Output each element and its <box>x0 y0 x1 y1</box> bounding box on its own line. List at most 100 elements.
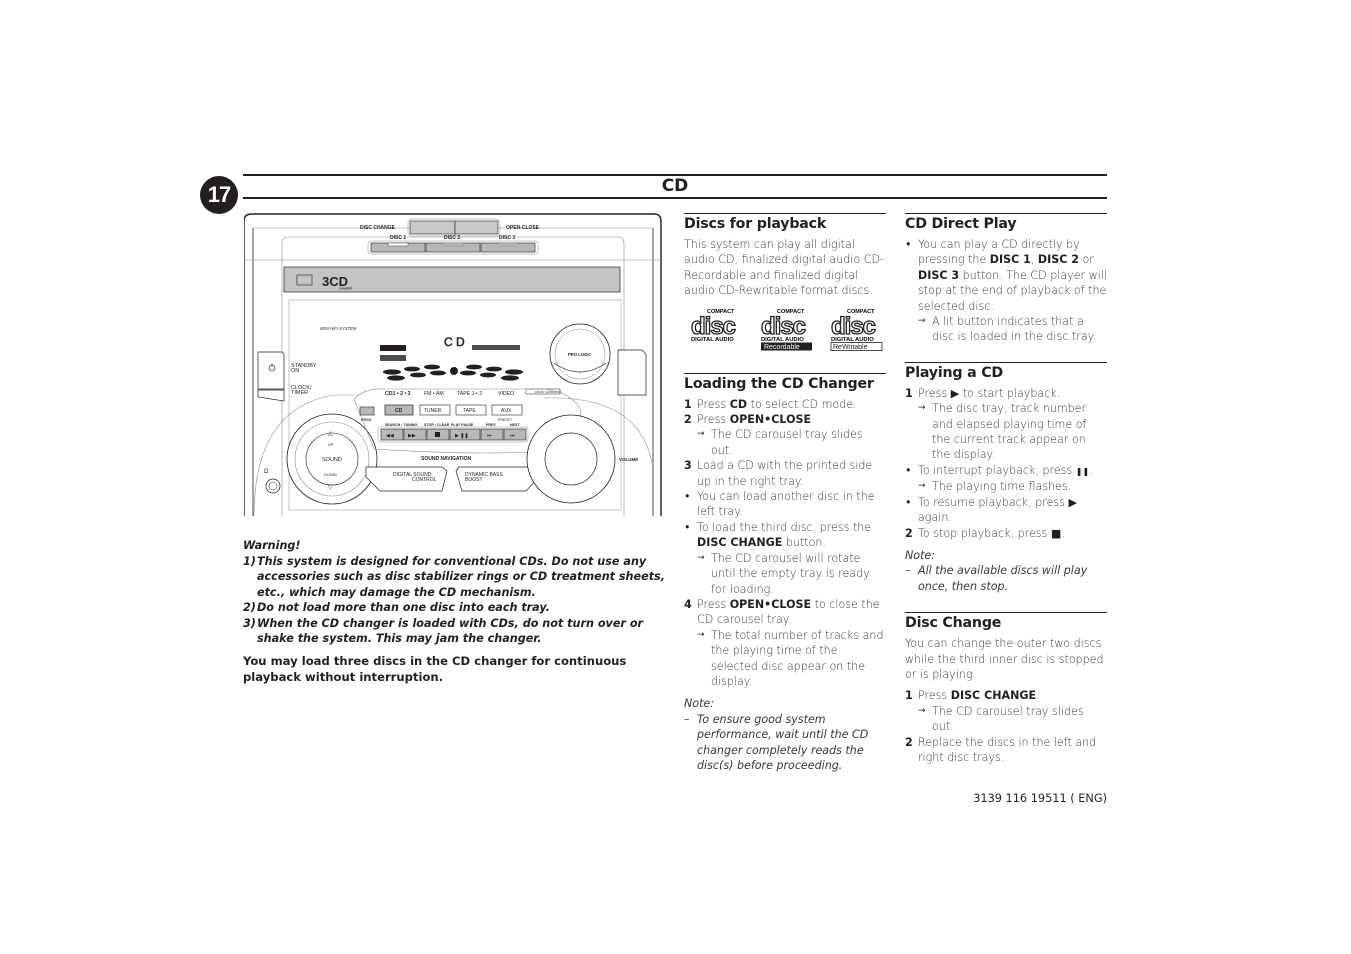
sound-navigation-label: SOUND NAVIGATION <box>421 456 471 462</box>
warning-block: Warning! 1) This system is designed for … <box>243 538 673 647</box>
disc1-button <box>370 242 426 253</box>
bullet-item: • You can play a CD directly by pressing… <box>905 238 1107 313</box>
section-body: You can change the outer two discs while… <box>905 637 1104 681</box>
warning-item: 2) Do not load more than one disc into e… <box>243 601 550 614</box>
step-item: 4 Press OPEN•CLOSE to close the CD carou… <box>684 597 880 627</box>
section-cd-direct-play: CD Direct Play • You can play a CD direc… <box>905 213 1107 345</box>
brand-changer: CHANGER <box>339 287 352 291</box>
result-item: → The CD carousel tray slides out. <box>697 428 863 457</box>
pro-logic-label: PRO LOGIC <box>568 352 592 357</box>
disc3-button <box>480 242 536 253</box>
prog-label: PROG <box>361 418 372 422</box>
svg-text:▶ ❚❚: ▶ ❚❚ <box>455 433 469 439</box>
volume-label: VOLUME <box>619 457 638 462</box>
disc-change-label: DISC CHANGE <box>360 225 396 231</box>
stop-button <box>426 428 450 441</box>
svg-text:Recordable: Recordable <box>764 344 800 351</box>
step-item: 1 Press DISC CHANGE. <box>905 689 1040 703</box>
play-icon: ▶ <box>1068 495 1078 509</box>
document-code: 3139 116 19511 ( ENG) <box>973 792 1107 805</box>
rewind-button: ◀◀ <box>380 428 404 441</box>
svg-text:CD: CD <box>395 408 403 414</box>
tape-source-button: TAPE <box>455 404 487 416</box>
chapter-title: CD <box>661 176 689 196</box>
svg-text:CONTROL: CONTROL <box>412 477 437 483</box>
source-fmam-label: FM • AM <box>424 391 444 397</box>
svg-text:TUNER: TUNER <box>424 408 442 414</box>
arrow-icon: → <box>918 481 926 492</box>
step-item: 1 Press ▶ to start playback. <box>905 386 1061 400</box>
section-title: Discs for playback <box>684 216 827 232</box>
play-icon: ▶ <box>950 386 960 400</box>
bullet-icon: • <box>684 520 691 534</box>
disc2-button <box>425 242 481 253</box>
result-item: → The total number of tracks and the pla… <box>697 628 884 688</box>
result-item: → The CD carousel will rotate until the … <box>697 551 870 596</box>
disc2-label: DISC 2 <box>444 235 460 241</box>
column-middle: Discs for playback This system can play … <box>684 213 886 773</box>
step-item: 2 Press OPEN•CLOSE. <box>684 413 815 427</box>
note-item: – To ensure good system performance, wai… <box>684 712 869 772</box>
prev-button: ⏮ <box>480 428 504 441</box>
bullet-icon: • <box>905 463 912 477</box>
open-close-button <box>454 220 499 235</box>
result-item: → A lit button indicates that a disc is … <box>918 315 1097 344</box>
clock-timer-button <box>257 389 285 402</box>
result-item: → The disc tray, track number and elapse… <box>918 402 1087 462</box>
compact-disc-digital-audio-logo: COMPACT disc DIGITAL AUDIO <box>690 307 744 351</box>
page-number-badge: 17 <box>200 176 238 214</box>
disc-logos: COMPACT disc DIGITAL AUDIO COMPACT disc … <box>690 307 886 351</box>
source-cd123-label: CD1 • 2 • 3 <box>385 391 411 397</box>
section-body: This system can play all digital audio C… <box>684 238 884 298</box>
play-pause-label: PLAY PAUSE <box>451 423 474 427</box>
down-arrow-icon: ▽ <box>328 485 333 491</box>
section-playing-a-cd: Playing a CD 1 Press ▶ to start playback… <box>905 361 1107 594</box>
svg-text:DIGITAL AUDIO: DIGITAL AUDIO <box>761 337 804 343</box>
disc-change-button <box>409 220 456 235</box>
svg-text:AUX: AUX <box>501 408 512 414</box>
next-button: ⏭ <box>503 428 527 441</box>
section-title: Playing a CD <box>905 364 1004 381</box>
digital-sound-control-button: DIGITAL SOUND CONTROL <box>365 466 448 492</box>
stop-clear-label: STOP • CLEAR <box>424 423 450 427</box>
arrow-icon: → <box>697 629 705 640</box>
play-pause-button: ▶ ❚❚ <box>449 428 481 441</box>
timer-label: TIMER <box>291 390 308 396</box>
tuner-source-button: TUNER <box>419 404 451 416</box>
disc1-label: DISC 1 <box>390 235 406 241</box>
cd-changer-illustration: DISC CHANGE OPEN-CLOSE DISC 1 DISC 2 DIS… <box>243 213 662 517</box>
arrow-icon: → <box>918 705 926 716</box>
result-item: → The playing time flashes. <box>918 480 1072 494</box>
source-video-label: VIDEO <box>498 391 514 397</box>
open-close-label: OPEN-CLOSE <box>506 225 540 231</box>
svg-text:⏭: ⏭ <box>510 433 515 439</box>
column-right: CD Direct Play • You can play a CD direc… <box>905 213 1107 765</box>
lcd-display: C D <box>380 335 523 381</box>
bullet-item: • You can load another disc in the left … <box>684 490 875 519</box>
section-disc-change: Disc Change You can change the outer two… <box>905 612 1107 765</box>
bullet-item: • To resume playback, press ▶ again. <box>905 495 1078 525</box>
section-loading-cd-changer: Loading the CD Changer 1 Press CD to sel… <box>684 372 886 774</box>
section-discs-for-playback: Discs for playback This system can play … <box>684 213 886 351</box>
step-item: 1 Press CD to select CD mode. <box>684 397 857 411</box>
sound-label: SOUND <box>322 457 342 463</box>
bullet-icon: • <box>905 238 912 251</box>
svg-text:▶▶: ▶▶ <box>408 433 416 439</box>
note-item: – All the available discs will play once… <box>905 564 1088 593</box>
warning-title: Warning! <box>243 539 301 552</box>
standby-button <box>257 351 285 390</box>
arrow-icon: → <box>697 552 705 563</box>
arrow-icon: → <box>918 403 926 414</box>
sound-down-label: DOWN <box>324 472 337 477</box>
warning-item: 3) When the CD changer is loaded with CD… <box>243 616 644 646</box>
warning-item: 1) This system is designed for conventio… <box>243 554 665 599</box>
prog-button <box>359 406 375 416</box>
headphone-jack <box>265 478 281 494</box>
cd-source-button: CD <box>384 404 414 416</box>
load-three-discs-note: You may load three discs in the CD chang… <box>243 654 627 684</box>
bullet-icon: • <box>684 490 691 504</box>
compact-disc-recordable-logo: COMPACT disc DIGITAL AUDIO Recordable <box>760 307 814 351</box>
svg-text:TAPE: TAPE <box>463 408 476 414</box>
svg-text:BOOST: BOOST <box>465 477 483 483</box>
compact-disc-rewritable-logo: COMPACT disc DIGITAL AUDIO ReWritable <box>830 307 884 351</box>
